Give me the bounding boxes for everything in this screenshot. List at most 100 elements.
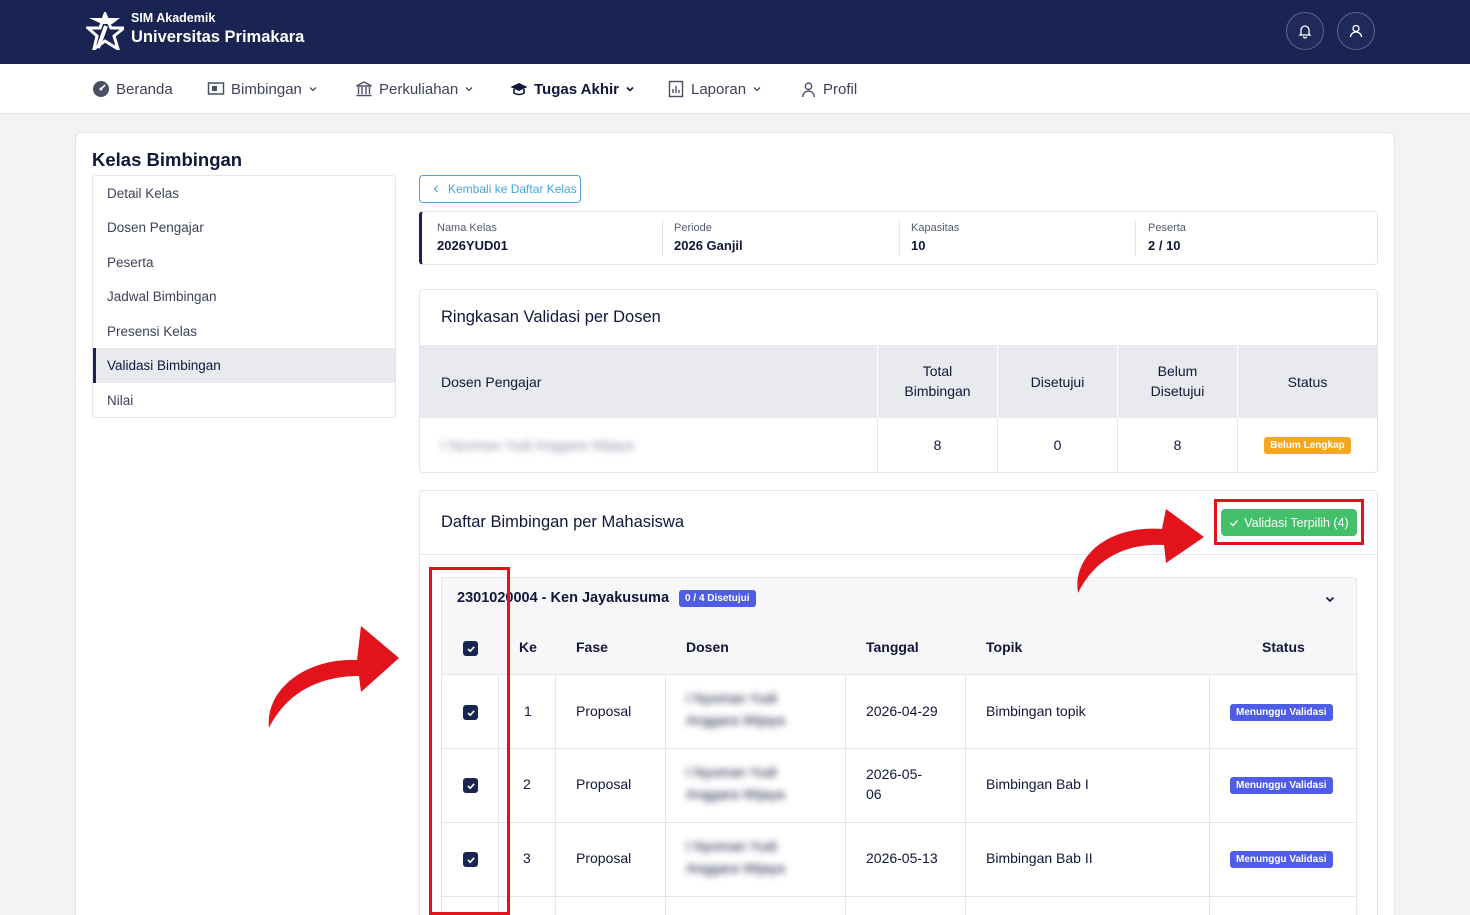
table-row <box>442 896 1356 915</box>
row-dosen-line1: I Nyoman Yudi <box>686 838 777 854</box>
nav-bimbingan[interactable]: Bimbingan <box>207 64 318 114</box>
annotation-arrow-icon <box>1077 509 1204 593</box>
row-status-badge: Menunggu Validasi <box>1230 704 1333 721</box>
main-nav: Beranda Bimbingan Perkuliahan Tugas Akhi… <box>0 64 1470 114</box>
user-menu-button[interactable] <box>1337 12 1375 50</box>
info-value: 10 <box>911 238 926 253</box>
divider <box>555 674 556 915</box>
row-tanggal: 2026-05-13 <box>866 850 938 866</box>
sidebar-item-validasi-bimbingan[interactable]: Validasi Bimbingan <box>93 348 395 383</box>
top-header: SIM Akademik Universitas Primakara <box>0 0 1470 64</box>
column-header-dosen: Dosen <box>686 639 729 655</box>
info-label: Peserta <box>1148 222 1186 234</box>
divider <box>420 554 1377 555</box>
row-ke: 3 <box>523 850 531 866</box>
user-icon <box>801 81 816 97</box>
info-value: 2026 Ganjil <box>674 238 743 253</box>
annotation-highlight-box <box>429 567 510 915</box>
row-dosen-line2: Anggara Wijaya <box>686 860 785 876</box>
summary-title: Ringkasan Validasi per Dosen <box>441 308 661 326</box>
column-header-ke: Ke <box>519 639 537 655</box>
notification-button[interactable] <box>1286 12 1324 50</box>
back-to-class-list-button[interactable]: Kembali ke Daftar Kelas <box>419 175 581 203</box>
chevron-down-icon[interactable] <box>1324 593 1336 605</box>
nav-profil[interactable]: Profil <box>800 64 857 114</box>
row-tanggal-line2: 06 <box>866 786 882 802</box>
nav-profil-label: Profil <box>823 80 858 98</box>
column-header-topik: Topik <box>986 639 1023 655</box>
chevron-down-icon <box>753 87 761 92</box>
info-nama-kelas: Nama Kelas 2026YUD01 <box>437 212 508 264</box>
app-subtitle: SIM Akademik <box>131 11 216 25</box>
nav-beranda[interactable]: Beranda <box>92 64 173 114</box>
nav-tugas-akhir-label: Tugas Akhir <box>534 80 620 98</box>
row-dosen-line2: Anggara Wijaya <box>686 786 785 802</box>
nav-laporan-label: Laporan <box>691 80 747 98</box>
university-logo <box>86 12 124 50</box>
approval-count-badge: 0 / 4 Disetujui <box>679 590 756 607</box>
column-header-status: Status <box>1262 639 1305 655</box>
chevron-down-icon <box>309 87 317 92</box>
column-header-status: Status <box>1287 373 1328 390</box>
divider <box>665 674 666 915</box>
column-header-total-line2: Bimbingan <box>904 383 971 399</box>
column-header-total-line1: Total <box>922 363 953 379</box>
divider <box>1135 220 1136 256</box>
class-sidebar-menu: Detail Kelas Dosen Pengajar Peserta Jadw… <box>92 175 396 418</box>
row-tanggal-line1: 2026-05- <box>866 766 923 782</box>
sidebar-item-nilai[interactable]: Nilai <box>93 383 395 418</box>
info-label: Nama Kelas <box>437 222 497 234</box>
info-label: Periode <box>674 222 712 234</box>
chevron-down-icon <box>626 86 634 92</box>
back-button-label: Kembali ke Daftar Kelas <box>448 182 577 196</box>
sidebar-item-presensi-kelas[interactable]: Presensi Kelas <box>93 314 395 349</box>
chevron-left-icon <box>433 185 438 193</box>
sidebar-item-peserta[interactable]: Peserta <box>93 245 395 280</box>
row-status-badge: Menunggu Validasi <box>1230 777 1333 794</box>
row-tanggal: 2026-04-29 <box>866 703 938 719</box>
column-header-dosen: Dosen Pengajar <box>441 373 542 390</box>
status-badge: Belum Lengkap <box>1264 436 1351 454</box>
info-periode: Periode 2026 Ganjil <box>674 212 743 264</box>
row-topik: Bimbingan Bab II <box>986 850 1093 866</box>
info-kapasitas: Kapasitas 10 <box>911 212 959 264</box>
annotation-highlight-box <box>1214 499 1364 545</box>
sidebar-item-jadwal-bimbingan[interactable]: Jadwal Bimbingan <box>93 279 395 314</box>
column-header-fase: Fase <box>576 639 608 655</box>
divider <box>1209 674 1210 915</box>
summary-status-cell: Belum Lengkap <box>1238 418 1377 472</box>
chevron-down-icon <box>465 87 473 92</box>
row-dosen-line2: Anggara Wijaya <box>686 712 785 728</box>
info-value: 2026YUD01 <box>437 238 508 253</box>
column-header-belum-line2: Disetujui <box>1150 383 1205 399</box>
nav-perkuliahan[interactable]: Perkuliahan <box>355 64 474 114</box>
report-icon <box>668 80 684 98</box>
row-status-badge: Menunggu Validasi <box>1230 851 1333 868</box>
nav-beranda-label: Beranda <box>116 80 173 98</box>
row-ke: 1 <box>524 703 532 719</box>
annotation-arrow-icon <box>268 626 399 728</box>
class-info-card: Nama Kelas 2026YUD01 Periode 2026 Ganjil… <box>419 211 1378 265</box>
column-header-tanggal: Tanggal <box>866 639 919 655</box>
summary-dosen-name: I Nyoman Yudi Anggara Wijaya <box>441 437 634 453</box>
row-dosen-line1: I Nyoman Yudi <box>686 690 777 706</box>
row-fase: Proposal <box>576 776 632 792</box>
row-topik: Bimbingan Bab I <box>986 776 1089 792</box>
building-icon <box>356 81 372 97</box>
sidebar-item-dosen-pengajar[interactable]: Dosen Pengajar <box>93 210 395 245</box>
row-topik: Bimbingan topik <box>986 703 1086 719</box>
row-ke: 2 <box>523 776 531 792</box>
nav-laporan[interactable]: Laporan <box>667 64 762 114</box>
info-peserta: Peserta 2 / 10 <box>1148 212 1186 264</box>
row-fase: Proposal <box>576 703 632 719</box>
app-name: Universitas Primakara <box>131 28 305 46</box>
divider <box>845 674 846 915</box>
sidebar-item-detail-kelas[interactable]: Detail Kelas <box>93 176 395 211</box>
summary-belum-value: 8 <box>1173 437 1182 453</box>
nav-tugas-akhir[interactable]: Tugas Akhir <box>510 64 635 114</box>
summary-total-value: 8 <box>933 437 942 453</box>
bell-icon <box>1298 25 1312 39</box>
page-title: Kelas Bimbingan <box>92 149 243 170</box>
divider <box>965 674 966 915</box>
column-header-disetujui: Disetujui <box>1030 373 1085 390</box>
